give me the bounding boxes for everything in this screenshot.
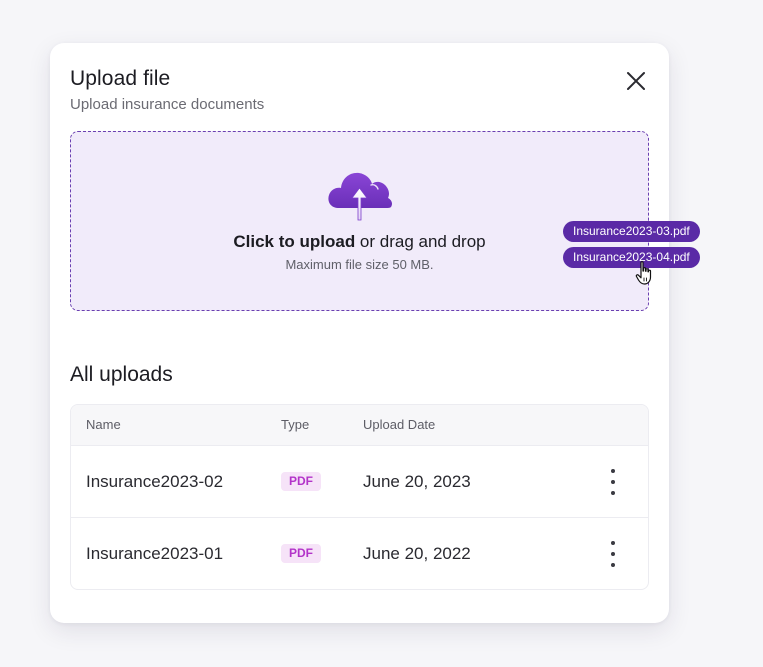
column-header-name[interactable]: Name — [86, 405, 121, 445]
click-to-upload-link[interactable]: Click to upload — [233, 232, 355, 251]
drag-drop-text: or drag and drop — [355, 232, 486, 251]
upload-dropzone[interactable]: Click to upload or drag and drop Maximum… — [70, 131, 649, 311]
hand-cursor-icon — [635, 261, 652, 285]
table-row[interactable]: Insurance2023-02 PDF June 20, 2023 — [71, 446, 648, 518]
close-icon — [627, 72, 645, 90]
dragged-file-chip[interactable]: Insurance2023-03.pdf — [563, 221, 700, 242]
cloud-upload-icon — [328, 172, 392, 221]
close-button[interactable] — [624, 69, 648, 93]
file-type-badge: PDF — [281, 544, 321, 563]
table-header: Name Type Upload Date — [71, 405, 648, 446]
all-uploads-heading: All uploads — [70, 363, 173, 386]
more-vertical-icon[interactable] — [603, 469, 623, 495]
column-header-upload-date[interactable]: Upload Date — [363, 405, 435, 445]
max-file-size-hint: Maximum file size 50 MB. — [285, 257, 434, 272]
uploads-table: Name Type Upload Date Insurance2023-02 P… — [70, 404, 649, 590]
upload-date: June 20, 2023 — [363, 472, 471, 491]
column-header-type[interactable]: Type — [281, 405, 309, 445]
table-row[interactable]: Insurance2023-01 PDF June 20, 2022 — [71, 518, 648, 589]
dragged-file-chip[interactable]: Insurance2023-04.pdf — [563, 247, 700, 268]
file-type-badge: PDF — [281, 472, 321, 491]
upload-date: June 20, 2022 — [363, 544, 471, 563]
modal-subtitle: Upload insurance documents — [70, 96, 265, 113]
upload-instructions: Click to upload or drag and drop — [71, 232, 648, 252]
more-vertical-icon[interactable] — [603, 541, 623, 567]
modal-title: Upload file — [70, 67, 171, 90]
file-name: Insurance2023-01 — [86, 544, 224, 563]
upload-file-modal: Upload file Upload insurance documents C… — [50, 43, 669, 623]
file-name: Insurance2023-02 — [86, 472, 224, 491]
